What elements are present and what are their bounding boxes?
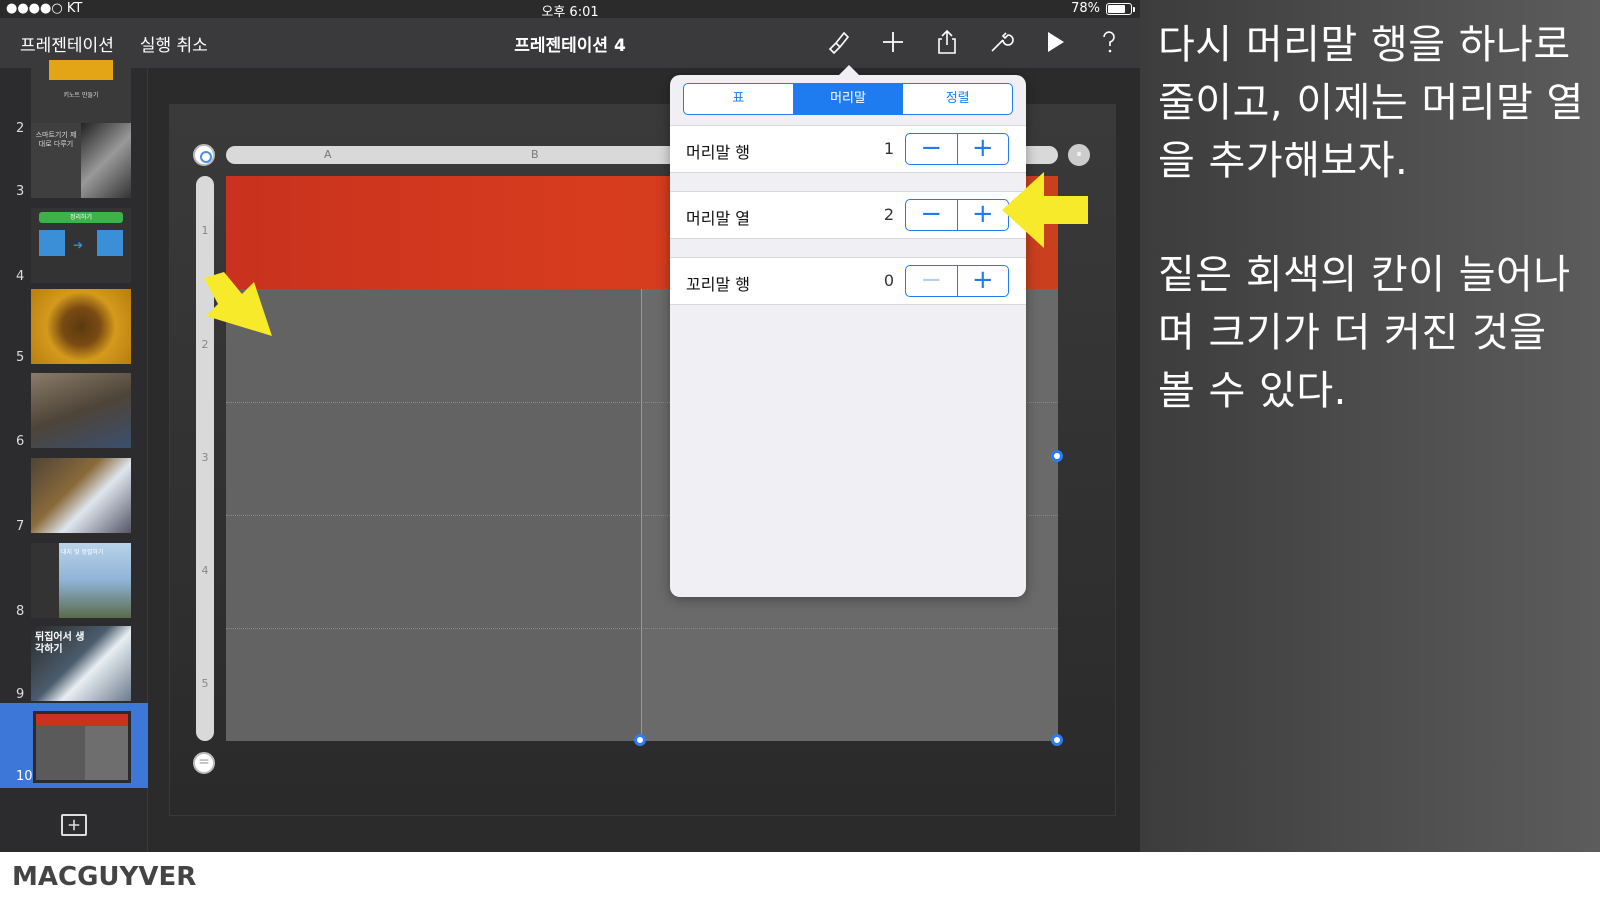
ipad-screen: ●●●●○ KT 오후 6:01 78% 프레젠테이션 실행 취소 프레젠테이션…: [0, 0, 1140, 852]
slide-number: 6: [16, 434, 25, 449]
slide-thumbnail-10[interactable]: 10: [0, 703, 148, 788]
thumbnail-image: [31, 373, 131, 448]
header-columns-minus-button[interactable]: −: [906, 200, 958, 230]
slide-number: 10: [16, 769, 33, 784]
footer-rows-plus-button[interactable]: +: [958, 266, 1009, 296]
row-label[interactable]: 4: [196, 564, 214, 577]
slide-number: 5: [16, 350, 25, 365]
header-rows-label: 머리말 행: [686, 143, 750, 162]
header-columns-row: 머리말 열 2 − +: [670, 191, 1026, 239]
caption-paragraph-2: 짙은 회색의 칸이 늘어나며 크기가 더 커진 것을 볼 수 있다.: [1158, 252, 1571, 414]
footer-rows-value: 0: [883, 271, 894, 290]
arrow-annotation-table: [204, 272, 272, 336]
add-icon[interactable]: [880, 28, 906, 56]
wrench-icon[interactable]: [988, 28, 1014, 56]
row-divider: [226, 628, 1058, 629]
column-label-a[interactable]: A: [324, 146, 332, 164]
slide-thumbnail-9[interactable]: 뒤집어서 생각하기 9: [0, 626, 148, 706]
battery-percent: 78%: [1071, 1, 1100, 16]
caption-panel: 다시 머리말 행을 하나로 줄이고, 이제는 머리말 열을 추가해보자. 짙은 …: [1140, 0, 1600, 852]
resize-handle-corner[interactable]: [1051, 734, 1063, 746]
format-brush-icon[interactable]: [826, 28, 852, 56]
share-icon[interactable]: [934, 28, 960, 56]
add-column-handle[interactable]: ⏸: [1068, 144, 1090, 166]
thumbnail-image: [31, 289, 131, 364]
thumbnail-image: [31, 458, 131, 533]
add-row-handle[interactable]: =: [193, 752, 215, 774]
thumbnail-image: [33, 711, 131, 783]
battery-icon: [1106, 2, 1135, 15]
slide-thumbnail-8[interactable]: 대지 및 정렬하기 8: [0, 543, 148, 623]
row-label[interactable]: 3: [196, 451, 214, 464]
status-right: 78%: [1071, 1, 1135, 16]
footer-rows-label: 꼬리말 행: [686, 275, 750, 294]
thumbnail-image: 스마트기기 제대로 다루기: [31, 123, 131, 198]
battery-fill: [1108, 4, 1126, 13]
arrow-annotation-stepper: [1002, 172, 1088, 248]
row-label[interactable]: 5: [196, 677, 214, 690]
thumbnail-caption: 스마트기기 제대로 다루기: [35, 131, 77, 148]
tab-arrange[interactable]: 정렬: [903, 84, 1012, 114]
row-label[interactable]: 1: [196, 224, 214, 237]
toolbar: 프레젠테이션 실행 취소 프레젠테이션 4: [0, 18, 1140, 68]
slide-number: 3: [16, 184, 25, 199]
slide-number: 8: [16, 604, 25, 619]
status-bar: ●●●●○ KT 오후 6:01 78%: [0, 0, 1140, 20]
format-segmented-control: 표 머리말 정렬: [683, 83, 1013, 115]
header-rows-plus-button[interactable]: +: [958, 134, 1009, 164]
thumbnail-image: 뒤집어서 생각하기: [31, 626, 131, 701]
slide-thumbnail-5[interactable]: 5: [0, 289, 148, 369]
table-select-handle[interactable]: [193, 144, 215, 166]
footer-rows-minus-button[interactable]: −: [906, 266, 958, 296]
help-icon[interactable]: [1096, 28, 1122, 56]
resize-handle-bottom[interactable]: [634, 734, 646, 746]
tab-table[interactable]: 표: [684, 84, 794, 114]
resize-handle-right[interactable]: [1051, 450, 1063, 462]
header-rows-value: 1: [883, 139, 894, 158]
header-columns-value: 2: [883, 205, 894, 224]
header-rows-row: 머리말 행 1 − +: [670, 125, 1026, 173]
column-divider: [641, 289, 642, 741]
header-columns-stepper: − +: [905, 199, 1009, 231]
header-columns-label: 머리말 열: [686, 209, 750, 228]
toolbar-right: [826, 28, 1122, 56]
play-icon[interactable]: [1042, 28, 1068, 56]
thumbnail-caption: 뒤집어서 생각하기: [35, 632, 85, 655]
caption-paragraph-1: 다시 머리말 행을 하나로 줄이고, 이제는 머리말 열을 추가해보자.: [1158, 22, 1584, 184]
slide-thumbnail-3[interactable]: 스마트기기 제대로 다루기 3: [0, 123, 148, 203]
thumbnail-caption: 대지 및 정렬하기: [61, 549, 104, 556]
slide-thumbnail-4[interactable]: 정리하기 ➔ 4: [0, 208, 148, 288]
thumbnail-caption: 정리하기: [39, 212, 123, 223]
slide-number: 7: [16, 519, 25, 534]
brand-logo: MACGUYVER: [12, 862, 197, 892]
header-rows-minus-button[interactable]: −: [906, 134, 958, 164]
add-slide-button[interactable]: [61, 814, 87, 836]
thumbnail-image: 정리하기 ➔: [31, 208, 131, 283]
footer-rows-stepper: − +: [905, 265, 1009, 297]
slide-number: 4: [16, 269, 25, 284]
slide-thumbnail-7[interactable]: 7: [0, 458, 148, 538]
slide-thumbnail-6[interactable]: 6: [0, 373, 148, 453]
row-header-bar[interactable]: 1 2 3 4 5: [196, 176, 214, 741]
footer: MACGUYVER: [0, 852, 1600, 900]
tab-headers[interactable]: 머리말: [793, 84, 904, 114]
header-rows-stepper: − +: [905, 133, 1009, 165]
format-popover: 표 머리말 정렬 머리말 행 1 − + 머리말 열 2 − + 꼬리말 행 0…: [670, 65, 1026, 597]
slide-number: 9: [16, 687, 25, 702]
slide-navigator: 키노트 만들기 2 스마트기기 제대로 다루기 3 정리하기 ➔ 4 5 6 7…: [0, 60, 148, 852]
thumbnail-image: 대지 및 정렬하기: [31, 543, 131, 618]
thumbnail-caption: 키노트 만들기: [63, 92, 99, 99]
column-label-b[interactable]: B: [531, 146, 539, 164]
footer-rows-row: 꼬리말 행 0 − +: [670, 257, 1026, 305]
